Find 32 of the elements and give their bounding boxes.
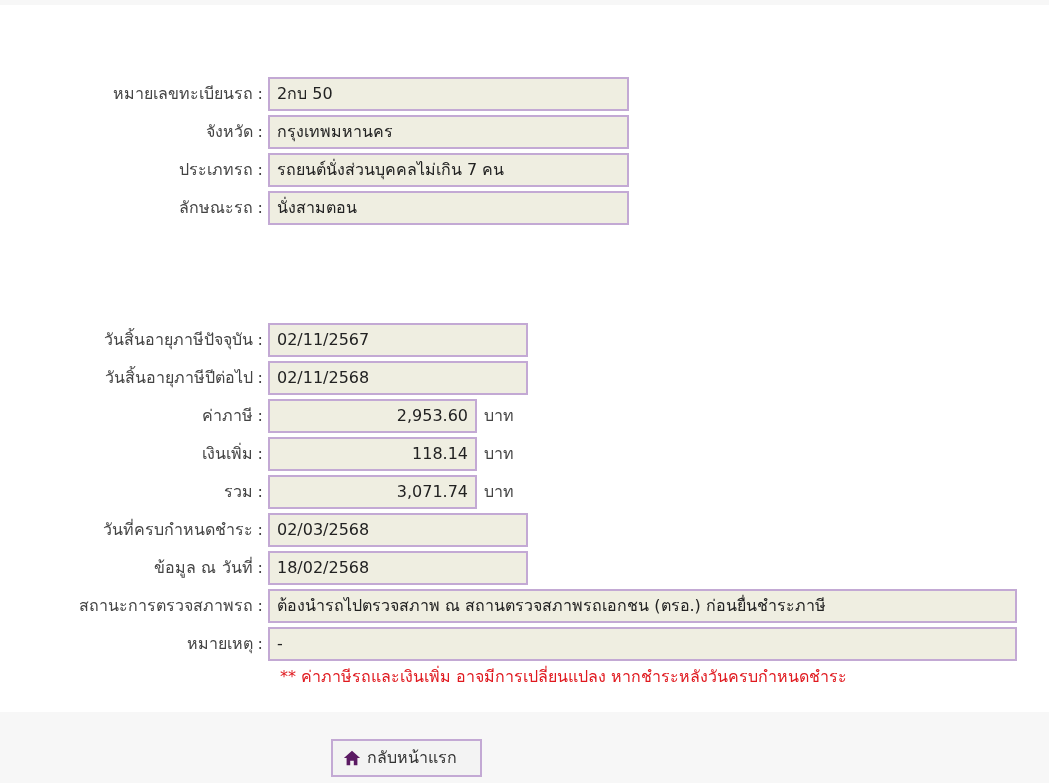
unit-label: บาท (484, 443, 514, 465)
home-button[interactable]: กลับหน้าแรก (331, 739, 482, 777)
field-label: หมายเหตุ : (185, 633, 264, 656)
field-label: รวม : (222, 481, 264, 503)
unit-label: บาท (484, 405, 514, 427)
field-label: จังหวัด : (204, 121, 264, 143)
warning-note: ** ค่าภาษีรถและเงินเพิ่ม อาจมีการเปลี่ยนแปลง หากชำระหลังวันครบกำหนดชำระ (280, 665, 849, 688)
field-label: วันสิ้นอายุภาษีปีต่อไป : (103, 366, 264, 390)
field-label: เงินเพิ่ม : (200, 442, 264, 465)
field-label: ค่าภาษี : (200, 405, 264, 427)
value-field: - (268, 627, 1017, 661)
value-field: 2,953.60 (268, 399, 477, 433)
field-label: หมายเลขทะเบียนรถ : (111, 83, 264, 105)
value-field: 118.14 (268, 437, 477, 471)
unit-label: บาท (484, 481, 514, 503)
field-label: ประเภทรถ : (177, 159, 264, 181)
field-label: วันสิ้นอายุภาษีปัจจุบัน : (102, 328, 264, 352)
home-icon (343, 749, 361, 767)
value-field: ต้องนำรถไปตรวจสภาพ ณ สถานตรวจสภาพรถเอกชน (ตรอ.) ก่อนยื่นชำระภาษี (268, 589, 1017, 623)
value-field: 18/02/2568 (268, 551, 528, 585)
field-label: วันที่ครบกำหนดชำระ : (101, 518, 264, 541)
value-field: 3,071.74 (268, 475, 477, 509)
value-field: 02/03/2568 (268, 513, 528, 547)
value-field: กรุงเทพมหานคร (268, 115, 629, 149)
field-label: สถานะการตรวจสภาพรถ : (77, 595, 264, 617)
value-field: รถยนต์นั่งส่วนบุคคลไม่เกิน 7 คน (268, 153, 629, 187)
value-field: นั่งสามตอน (268, 191, 629, 225)
value-field: 02/11/2567 (268, 323, 528, 357)
field-label: ลักษณะรถ : (177, 197, 264, 219)
value-field: 2กบ 50 (268, 77, 629, 111)
value-field: 02/11/2568 (268, 361, 528, 395)
field-label: ข้อมูล ณ วันที่ : (153, 556, 264, 580)
